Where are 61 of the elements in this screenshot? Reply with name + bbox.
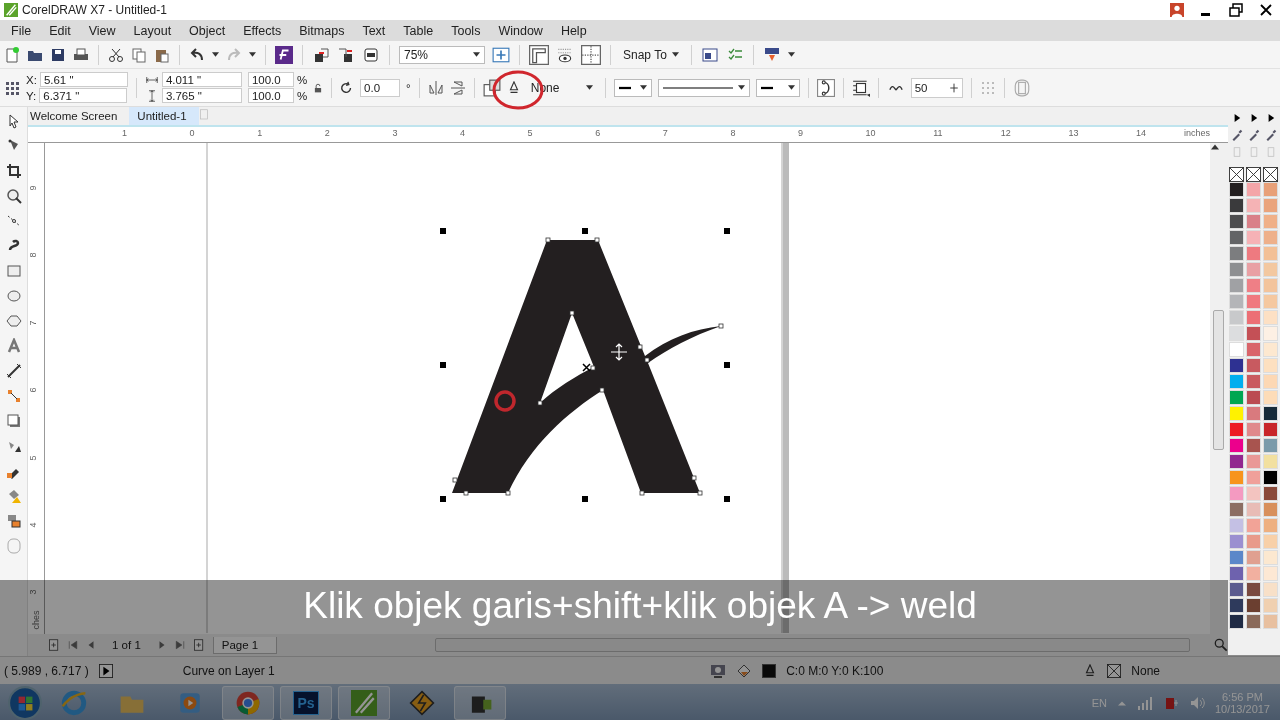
outline-info: None	[1131, 663, 1160, 678]
menu-item[interactable]: Effects	[234, 23, 291, 38]
ruler-label: 8	[27, 252, 38, 258]
menu-item[interactable]: File	[2, 23, 41, 38]
zoom-level-dropdown[interactable]: 75%	[399, 45, 485, 64]
window-title: CorelDRAW X7 - Untitled-1	[22, 3, 167, 17]
ruler-label: 11	[933, 128, 943, 138]
ruler-label: 7	[662, 128, 668, 138]
ruler-label: 3	[392, 128, 398, 138]
menu-item[interactable]: Bitmaps	[290, 23, 354, 38]
ruler-label: 10	[865, 128, 876, 138]
ruler-label: 2	[324, 128, 330, 138]
y-label: Y:	[26, 89, 37, 102]
fill-color-info: C:0 M:0 Y:0 K:100	[786, 663, 884, 678]
scale-x-field[interactable]: 100.0	[247, 72, 294, 87]
ruler-unit: ches	[30, 610, 41, 630]
ruler-label: 13	[1068, 128, 1079, 138]
menu-item[interactable]: Window	[489, 23, 552, 38]
ruler-label: 7	[27, 320, 38, 326]
ruler-label: 4	[27, 522, 38, 528]
degree-label: °	[406, 81, 411, 94]
width-field[interactable]: 4.011 "	[161, 72, 242, 87]
menu-item[interactable]: Table	[394, 23, 443, 38]
ruler-label: 6	[27, 387, 38, 393]
page-tab[interactable]: Page 1	[212, 636, 278, 654]
ruler-label: 3	[27, 589, 38, 595]
menu-item[interactable]: Object	[180, 23, 235, 38]
ruler-label: 9	[798, 128, 803, 138]
caption-text: Klik objek garis+shift+klik objek A -> weld	[303, 585, 977, 627]
smoothing-field[interactable]: 50	[910, 77, 963, 98]
ruler-label: 0	[189, 128, 195, 138]
x-label: X:	[26, 73, 37, 86]
percent-label: %	[296, 73, 308, 86]
menu-item[interactable]: Layout	[124, 23, 181, 38]
menu-item[interactable]: Help	[551, 23, 596, 38]
document-tab[interactable]: Untitled-1	[129, 107, 199, 125]
x-position-field[interactable]: 5.61 "	[39, 72, 128, 87]
menu-item[interactable]: Tools	[442, 23, 490, 38]
ruler-label: 4	[460, 128, 465, 138]
ruler-label: 9	[27, 185, 38, 191]
ruler-unit: inches	[1184, 128, 1210, 138]
page-count: 1 of 1	[112, 639, 141, 651]
object-info: Curve on Layer 1	[182, 663, 275, 678]
ruler-label: 12	[1000, 128, 1011, 138]
percent-label: %	[296, 89, 308, 102]
scale-y-field[interactable]: 100.0	[247, 88, 294, 103]
cursor-coordinates: ( 5.989 , 6.717 )	[4, 663, 89, 678]
menu-item[interactable]: Edit	[40, 23, 80, 38]
ruler-label: 1	[122, 128, 127, 138]
menu-item[interactable]: View	[79, 23, 125, 38]
ruler-label: 14	[1136, 128, 1146, 138]
rotation-field[interactable]: 0.0	[360, 78, 401, 97]
menu-item[interactable]: Text	[353, 23, 395, 38]
ruler-label: 8	[730, 128, 736, 138]
height-field[interactable]: 3.765 "	[161, 88, 242, 103]
snap-to-dropdown[interactable]: Snap To	[620, 47, 682, 62]
y-position-field[interactable]: 6.371 "	[39, 88, 128, 103]
ruler-label: 1	[257, 128, 263, 138]
ruler-label: 5	[27, 455, 38, 461]
ruler-label: 5	[527, 128, 533, 138]
ruler-label: 6	[595, 128, 601, 138]
